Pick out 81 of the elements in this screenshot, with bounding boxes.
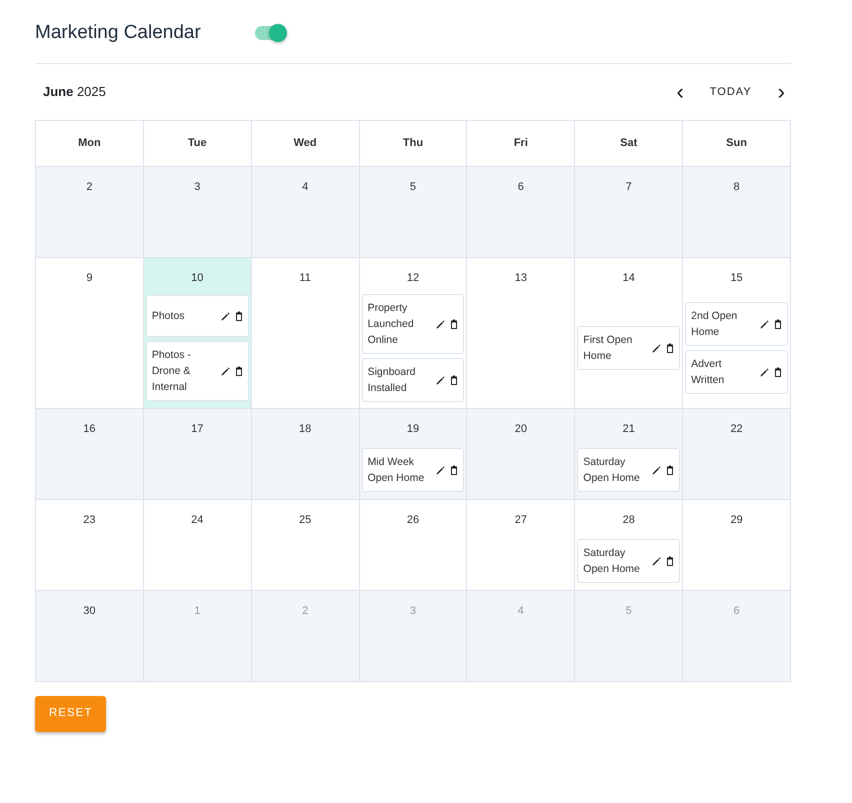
day-number: 10	[191, 270, 204, 286]
event-card[interactable]: Mid Week Open Home	[362, 448, 464, 492]
trash-icon[interactable]	[772, 367, 783, 378]
day-number: 6	[518, 180, 524, 195]
day-number: 17	[191, 422, 204, 438]
day-number: 28	[622, 513, 635, 528]
day-number: 4	[518, 604, 524, 620]
day-number: 6	[734, 604, 740, 620]
pencil-icon[interactable]	[758, 319, 769, 330]
day-number: 2	[86, 180, 92, 195]
day-number: 12	[406, 270, 420, 286]
day-number: 27	[514, 513, 527, 528]
day-number: 13	[514, 270, 527, 286]
event-title: Photos - Drone & Internal	[152, 348, 192, 396]
pencil-icon[interactable]	[651, 556, 662, 566]
event-title: Advert Written	[691, 357, 726, 388]
day-number: 9	[86, 270, 92, 286]
trash-icon[interactable]	[449, 464, 460, 475]
previous-button[interactable]: ‹	[670, 80, 690, 103]
trash-icon[interactable]	[234, 366, 244, 376]
trash-icon[interactable]	[665, 464, 676, 475]
day-number: 22	[730, 422, 743, 438]
event-card[interactable]: Advert Written	[685, 350, 788, 394]
day-number: 26	[406, 513, 420, 528]
day-number: 5	[410, 180, 416, 195]
pencil-icon[interactable]	[435, 375, 446, 386]
toggle-switch[interactable]	[254, 26, 285, 40]
trash-icon[interactable]	[665, 556, 676, 566]
event-card[interactable]: Signboard Installed	[362, 358, 464, 402]
event-card[interactable]: Photos - Drone & Internal	[146, 341, 249, 402]
day-number: 7	[626, 180, 632, 195]
event-card[interactable]: First Open Home	[577, 326, 680, 370]
pencil-icon[interactable]	[220, 311, 230, 322]
event-card[interactable]: Photos	[146, 295, 249, 338]
pencil-icon[interactable]	[651, 343, 662, 354]
trash-icon[interactable]	[449, 375, 460, 386]
event-title: 2nd Open Home	[691, 309, 738, 340]
day-number: 16	[83, 422, 96, 438]
day-number: 23	[83, 513, 96, 528]
day-number: 11	[299, 270, 311, 286]
page-title: Marketing Calendar	[35, 22, 201, 45]
month-label: June 2025	[43, 83, 106, 102]
event-title: Mid Week Open Home	[368, 454, 426, 486]
day-number: 4	[302, 180, 308, 195]
event-title: Saturday Open Home	[583, 546, 641, 577]
day-number: 8	[734, 180, 740, 195]
event-title: Signboard Installed	[368, 365, 416, 396]
day-number: 29	[730, 513, 743, 528]
event-card[interactable]: Saturday Open Home	[577, 448, 680, 492]
day-number: 5	[626, 604, 632, 620]
event-title: First Open Home	[583, 333, 634, 364]
event-title: Photos	[152, 309, 186, 324]
day-number: 21	[622, 422, 635, 438]
pencil-icon[interactable]	[758, 367, 769, 378]
pencil-icon[interactable]	[220, 366, 230, 376]
event-title: Saturday Open Home	[583, 454, 641, 486]
pencil-icon[interactable]	[651, 464, 662, 475]
day-number: 3	[410, 604, 416, 620]
event-card[interactable]: 2nd Open Home	[685, 302, 788, 346]
pencil-icon[interactable]	[435, 319, 446, 330]
day-number: 30	[83, 604, 96, 620]
event-title: Property Launched Online	[368, 301, 415, 348]
day-number: 3	[194, 180, 200, 195]
trash-icon[interactable]	[449, 319, 460, 330]
today-button[interactable]: TODAY	[698, 80, 764, 104]
day-number: 19	[406, 422, 420, 438]
event-card[interactable]: Saturday Open Home	[577, 538, 680, 583]
event-card[interactable]: Property Launched Online	[362, 294, 464, 354]
day-number: 1	[194, 604, 200, 620]
next-button[interactable]: ›	[772, 80, 791, 103]
day-number: 15	[730, 270, 743, 286]
day-number: 24	[191, 513, 204, 528]
day-number: 20	[514, 422, 527, 438]
day-number: 2	[302, 604, 308, 620]
pencil-icon[interactable]	[435, 464, 446, 475]
day-number: 14	[622, 270, 635, 286]
trash-icon[interactable]	[665, 343, 676, 354]
day-number: 25	[299, 513, 312, 528]
trash-icon[interactable]	[772, 319, 783, 330]
trash-icon[interactable]	[234, 311, 244, 322]
day-number: 18	[299, 422, 312, 438]
